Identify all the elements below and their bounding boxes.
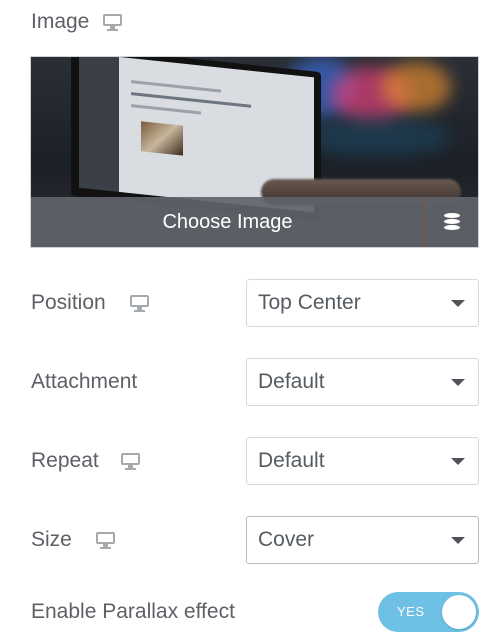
- image-preview[interactable]: Choose Image: [30, 56, 479, 248]
- image-label: Image: [31, 10, 90, 33]
- attachment-select[interactable]: Default: [246, 358, 479, 406]
- size-label: Size: [31, 528, 72, 551]
- parallax-label: Enable Parallax effect: [31, 600, 235, 623]
- attachment-label: Attachment: [31, 370, 138, 393]
- database-icon: [444, 213, 460, 231]
- chevron-down-icon: [451, 458, 465, 465]
- position-value: Top Center: [258, 291, 361, 314]
- size-row: Size Cover: [31, 516, 479, 564]
- repeat-value: Default: [258, 449, 325, 472]
- size-select[interactable]: Cover: [246, 516, 479, 564]
- size-value: Cover: [258, 528, 315, 551]
- desktop-icon[interactable]: [129, 294, 149, 312]
- parallax-toggle[interactable]: YES: [378, 592, 479, 632]
- repeat-label: Repeat: [31, 449, 99, 472]
- position-label: Position: [31, 291, 106, 314]
- desktop-icon[interactable]: [103, 13, 123, 31]
- attachment-value: Default: [258, 370, 325, 393]
- choose-image-button[interactable]: Choose Image: [31, 197, 424, 247]
- desktop-icon[interactable]: [95, 531, 115, 549]
- toggle-knob[interactable]: [442, 595, 476, 629]
- chevron-down-icon: [451, 300, 465, 307]
- media-library-button[interactable]: [426, 197, 478, 247]
- toggle-yes-text: YES: [397, 604, 425, 619]
- desktop-icon[interactable]: [120, 452, 140, 470]
- chevron-down-icon: [451, 379, 465, 386]
- chevron-down-icon: [451, 537, 465, 544]
- repeat-row: Repeat Default: [31, 437, 479, 485]
- image-control-heading: Image: [31, 10, 123, 34]
- position-select[interactable]: Top Center: [246, 279, 479, 327]
- divider: [424, 197, 426, 247]
- position-row: Position Top Center: [31, 279, 479, 327]
- attachment-row: Attachment Default: [31, 358, 479, 406]
- choose-image-bar: Choose Image: [31, 197, 478, 247]
- repeat-select[interactable]: Default: [246, 437, 479, 485]
